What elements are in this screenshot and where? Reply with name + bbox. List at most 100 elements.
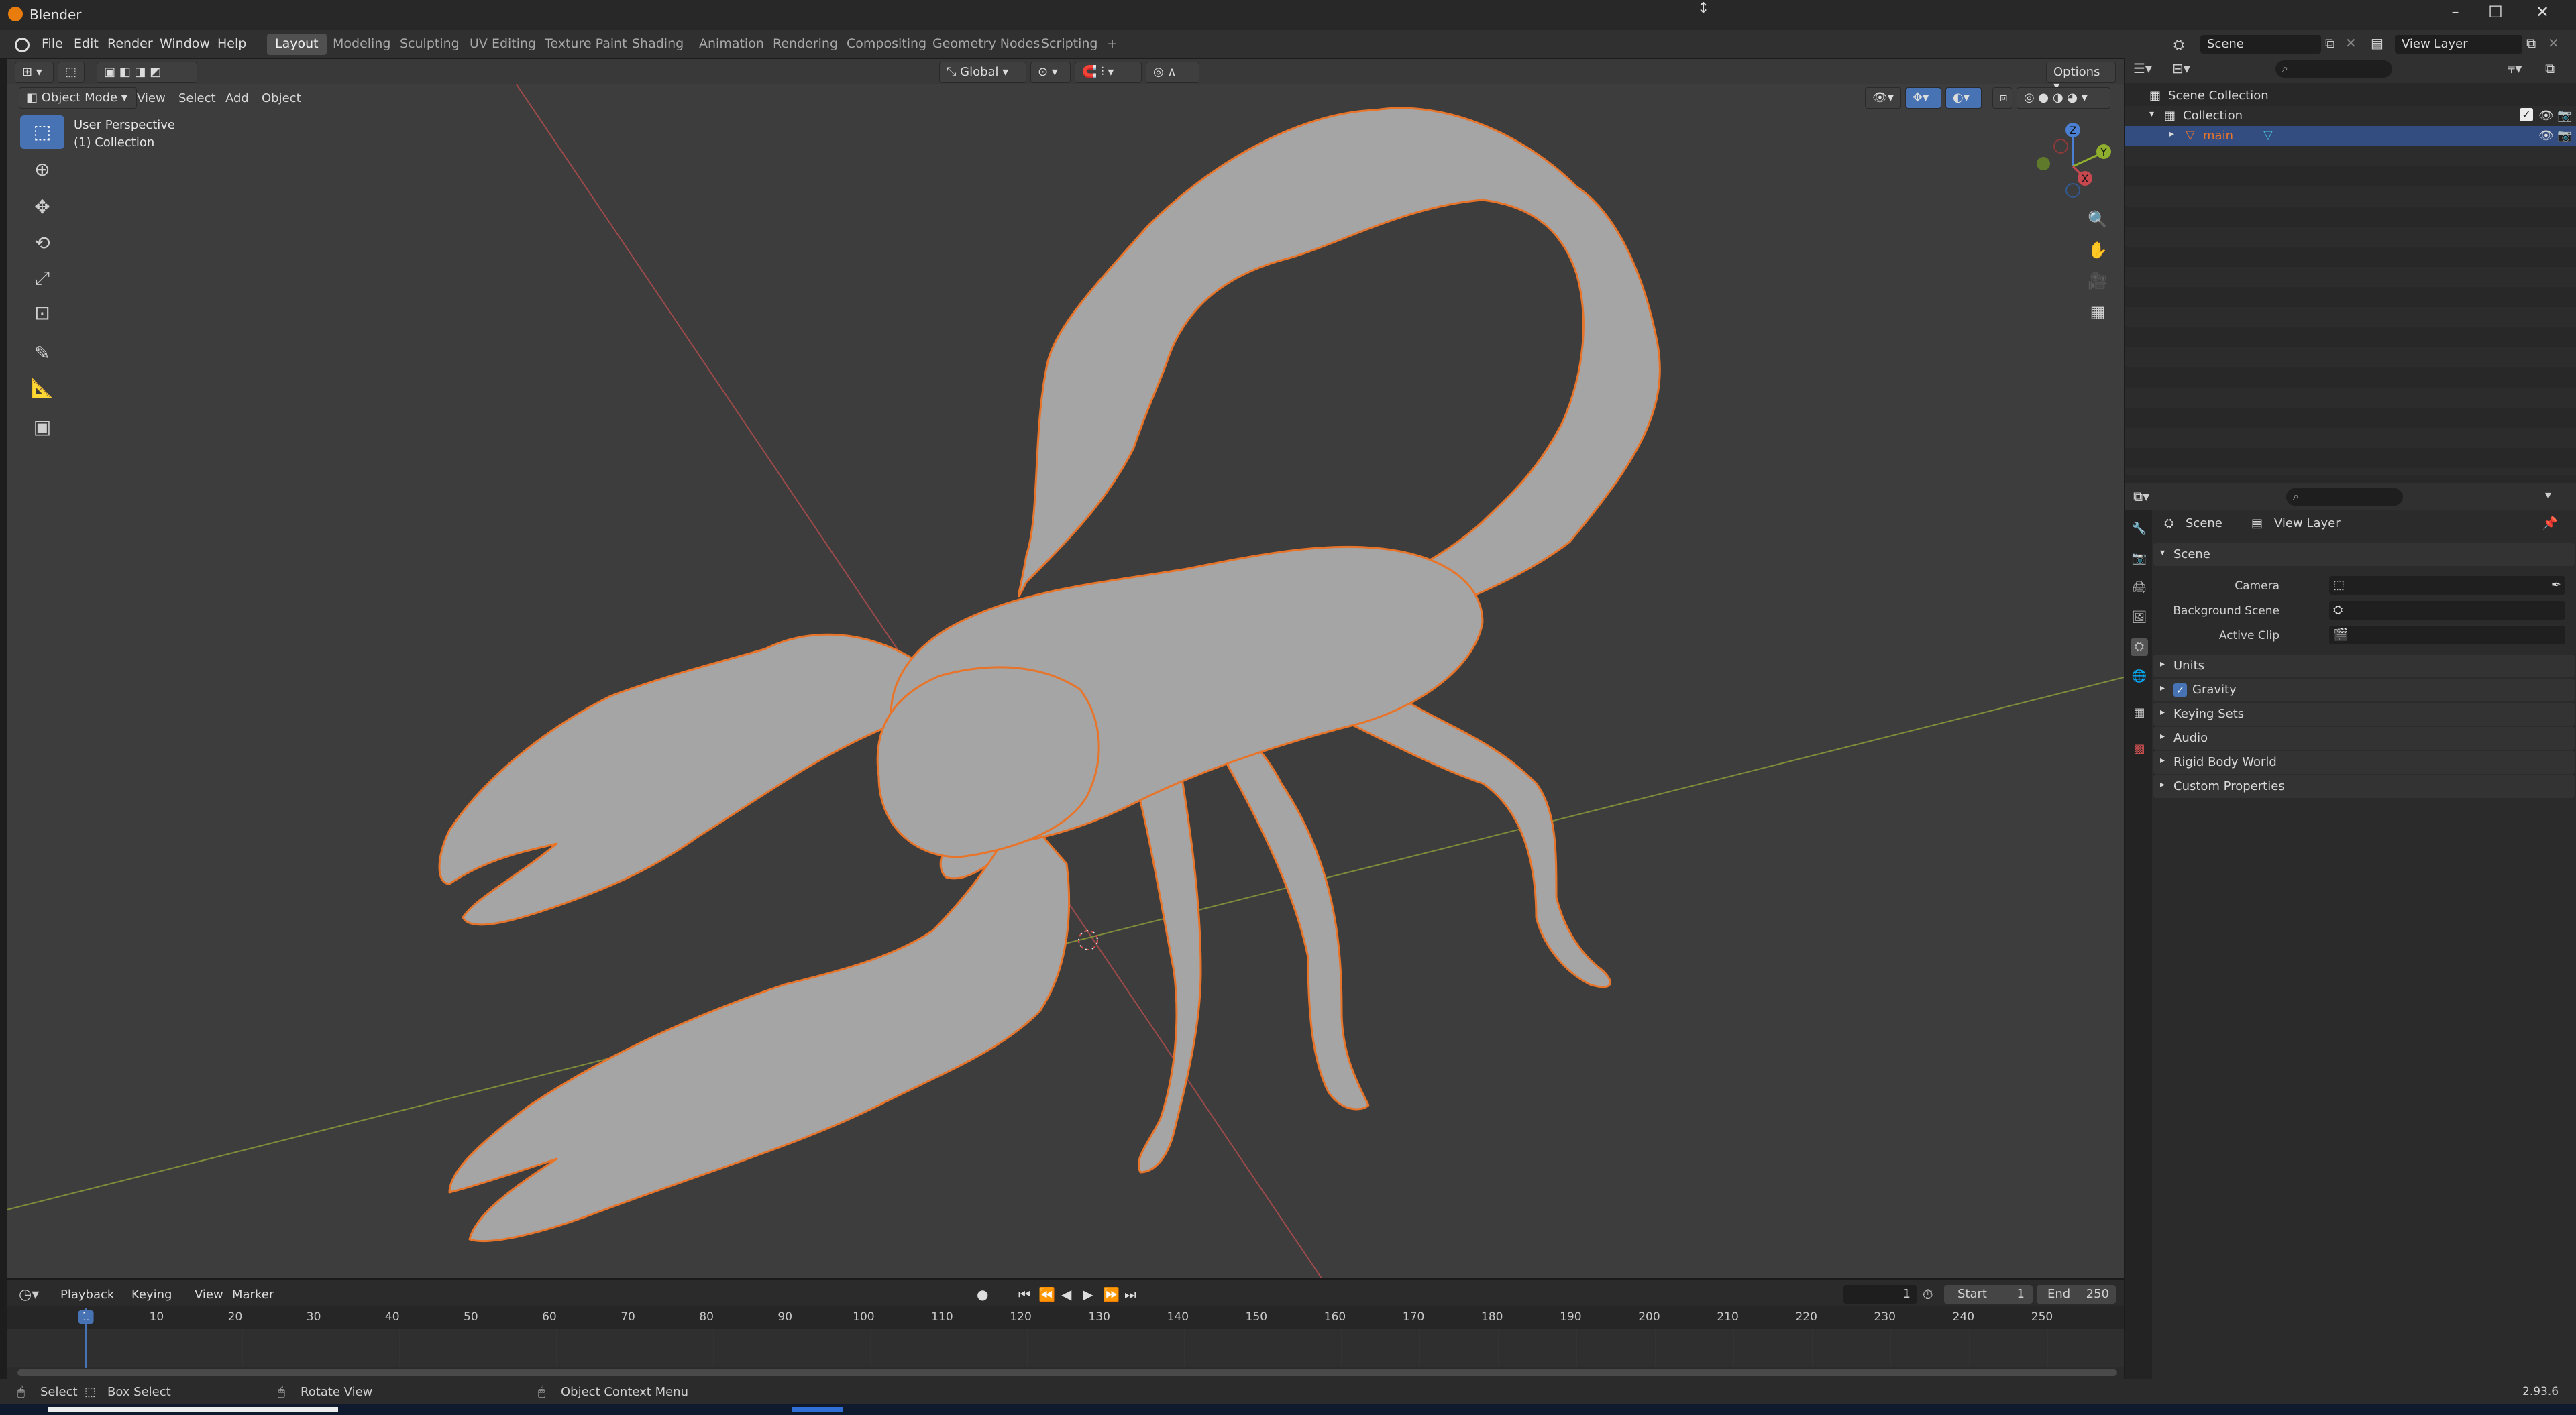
jump-end-icon[interactable]: ⏭: [1124, 1286, 1136, 1302]
expand-collection-icon[interactable]: ▾: [2149, 109, 2154, 119]
scene-selector[interactable]: Scene: [2200, 35, 2321, 54]
pan-hand-icon[interactable]: ✋: [2084, 236, 2112, 264]
3d-viewport[interactable]: ⊞ ▾ ⬚ ▣ ◧ ◨ ◩ ⤡ Global ▾ ⊙ ▾ 🧲 ⫶ ▾ ◎ ∧ O…: [7, 59, 2124, 1278]
camera-restrict-icon[interactable]: 📷: [2557, 109, 2572, 123]
timeline-editor[interactable]: ◷▾ Playback Keying View Marker ● ⏮ ⏪ ◀ ▶…: [7, 1278, 2124, 1379]
outliner[interactable]: ☰▾ ⊟▾ ⌕ ⫧▾ ⧉ ▦ Scene Collection ▾ ▦ Coll…: [2125, 54, 2576, 483]
navigation-gizmo[interactable]: Z Y X: [2037, 123, 2111, 198]
collection-tab-icon[interactable]: ▦: [2131, 704, 2148, 722]
gizmo-neg-y[interactable]: [2037, 157, 2050, 170]
record-icon[interactable]: ●: [977, 1286, 988, 1302]
camera-field[interactable]: ⬚ ✒: [2329, 576, 2565, 595]
gizmo-neg-z[interactable]: [2065, 183, 2080, 198]
frame-track[interactable]: [7, 1329, 2124, 1367]
panel-header-scene[interactable]: ▾ Scene: [2153, 543, 2575, 566]
panel-header-rigid-body-world[interactable]: ▸ Rigid Body World: [2153, 751, 2575, 774]
active-clip-field[interactable]: 🎬: [2329, 626, 2565, 644]
scene-name: Scene: [2207, 37, 2244, 51]
new-view-layer-icon[interactable]: ⧉: [2526, 35, 2536, 51]
remove-scene-icon[interactable]: ✕: [2345, 35, 2357, 51]
outliner-search-input[interactable]: ⌕: [2275, 60, 2392, 78]
properties-search-input[interactable]: ⌕: [2286, 488, 2403, 506]
ortho-grid-icon[interactable]: ▦: [2084, 298, 2112, 326]
tab-modeling[interactable]: Modeling: [325, 34, 398, 55]
tab-uv-editing[interactable]: UV Editing: [462, 34, 544, 55]
tab-geometry-nodes[interactable]: Geometry Nodes: [924, 34, 1048, 55]
new-collection-icon[interactable]: ⧉: [2545, 60, 2555, 76]
display-mode-icon[interactable]: ⊟▾: [2172, 60, 2190, 76]
play-icon[interactable]: ▶: [1083, 1286, 1093, 1302]
camera-view-icon[interactable]: 🎥: [2084, 267, 2112, 295]
gravity-checkbox[interactable]: ✓: [2174, 683, 2187, 697]
filter-icon[interactable]: ⫧▾: [2508, 60, 2522, 76]
blender-menu-icon[interactable]: [15, 38, 30, 52]
outliner-editor-type-icon[interactable]: ☰▾: [2133, 60, 2152, 76]
tab-animation[interactable]: Animation: [691, 34, 772, 55]
tool-tab-icon[interactable]: 🔧: [2131, 520, 2148, 538]
menu-help[interactable]: Help: [217, 36, 246, 51]
pin-icon[interactable]: 📌: [2542, 516, 2557, 530]
scorpion-mesh[interactable]: [438, 107, 1661, 1243]
menu-file[interactable]: File: [42, 36, 63, 51]
texture-tab-icon[interactable]: ▩: [2131, 740, 2148, 758]
end-frame-field[interactable]: End 250: [2037, 1285, 2116, 1304]
menu-timeline-view[interactable]: View: [195, 1288, 223, 1302]
menu-window[interactable]: Window: [160, 36, 210, 51]
tab-texture-paint[interactable]: Texture Paint: [537, 34, 635, 55]
camera-restrict-icon[interactable]: 📷: [2557, 129, 2572, 143]
view-layer-selector[interactable]: View Layer: [2395, 35, 2522, 54]
timeline-editor-type-icon[interactable]: ◷▾: [19, 1286, 39, 1303]
scene-tab-icon[interactable]: ⛭: [2131, 638, 2148, 656]
tab-shading[interactable]: Shading: [624, 34, 692, 55]
preview-range-icon[interactable]: ⏱: [1923, 1286, 1933, 1302]
menu-render[interactable]: Render: [107, 36, 153, 51]
menu-playback[interactable]: Playback: [60, 1288, 114, 1302]
exclude-checkbox[interactable]: ✓: [2520, 108, 2533, 121]
new-scene-icon[interactable]: ⧉: [2325, 35, 2334, 51]
menu-edit[interactable]: Edit: [74, 36, 99, 51]
tab-sculpting[interactable]: Sculpting: [392, 34, 468, 55]
tab-scripting[interactable]: Scripting: [1033, 34, 1106, 55]
close-icon[interactable]: ✕: [2529, 3, 2556, 21]
eye-icon[interactable]: 👁: [2538, 129, 2554, 143]
render-tab-icon[interactable]: 📷: [2131, 550, 2148, 567]
properties-options-icon[interactable]: ▾: [2545, 488, 2551, 502]
start-frame-field[interactable]: Start 1: [1944, 1285, 2033, 1304]
jump-start-icon[interactable]: ⏮: [1018, 1286, 1030, 1302]
remove-view-layer-icon[interactable]: ✕: [2548, 35, 2559, 51]
current-frame-field[interactable]: 1: [1843, 1285, 1917, 1304]
eye-icon[interactable]: 👁: [2538, 109, 2554, 123]
gizmo-neg-x[interactable]: [2053, 139, 2068, 154]
play-reverse-icon[interactable]: ◀: [1061, 1286, 1071, 1302]
menu-keying[interactable]: Keying: [131, 1288, 172, 1302]
tab-rendering[interactable]: Rendering: [765, 34, 846, 55]
outliner-row-main[interactable]: ▸ ▽ main ▽ 👁 📷: [2125, 126, 2576, 146]
tab-layout[interactable]: Layout: [267, 34, 327, 55]
minimize-icon[interactable]: –: [2442, 4, 2469, 21]
world-tab-icon[interactable]: 🌐: [2131, 668, 2148, 685]
zoom-icon[interactable]: 🔍: [2084, 205, 2112, 233]
tab-compositing[interactable]: Compositing: [839, 34, 934, 55]
output-tab-icon[interactable]: 🖨: [2131, 579, 2148, 597]
maximize-icon[interactable]: ☐: [2482, 3, 2509, 21]
panel-header-audio[interactable]: ▸ Audio: [2153, 727, 2575, 750]
background-scene-field[interactable]: ⛭: [2329, 601, 2565, 620]
next-keyframe-icon[interactable]: ⏩: [1103, 1286, 1120, 1302]
view-layer-tab-icon[interactable]: 🖼: [2131, 609, 2148, 626]
panel-header-gravity[interactable]: ▸ ✓ Gravity: [2153, 679, 2575, 701]
timeline-scrollbar[interactable]: [17, 1369, 2117, 1376]
add-workspace-button[interactable]: +: [1099, 34, 1126, 55]
eyedropper-icon[interactable]: ✒: [2551, 578, 2561, 592]
scene-canvas[interactable]: Z Y X: [7, 59, 2124, 1278]
panel-header-units[interactable]: ▸ Units: [2153, 655, 2575, 677]
panel-header-keying-sets[interactable]: ▸ Keying Sets: [2153, 703, 2575, 726]
prev-keyframe-icon[interactable]: ⏪: [1038, 1286, 1055, 1302]
3d-cursor[interactable]: [1078, 930, 1098, 950]
outliner-row-scene-collection[interactable]: ▦ Scene Collection: [2125, 86, 2576, 106]
outliner-row-collection[interactable]: ▾ ▦ Collection ✓ 👁 📷: [2125, 106, 2576, 126]
menu-marker[interactable]: Marker: [232, 1288, 274, 1302]
frame-tick-label: 130: [1088, 1310, 1110, 1324]
panel-header-custom-properties[interactable]: ▸ Custom Properties: [2153, 775, 2575, 798]
properties-editor-type-icon[interactable]: ⧉▾: [2133, 488, 2149, 504]
expand-main-icon[interactable]: ▸: [2169, 129, 2174, 139]
